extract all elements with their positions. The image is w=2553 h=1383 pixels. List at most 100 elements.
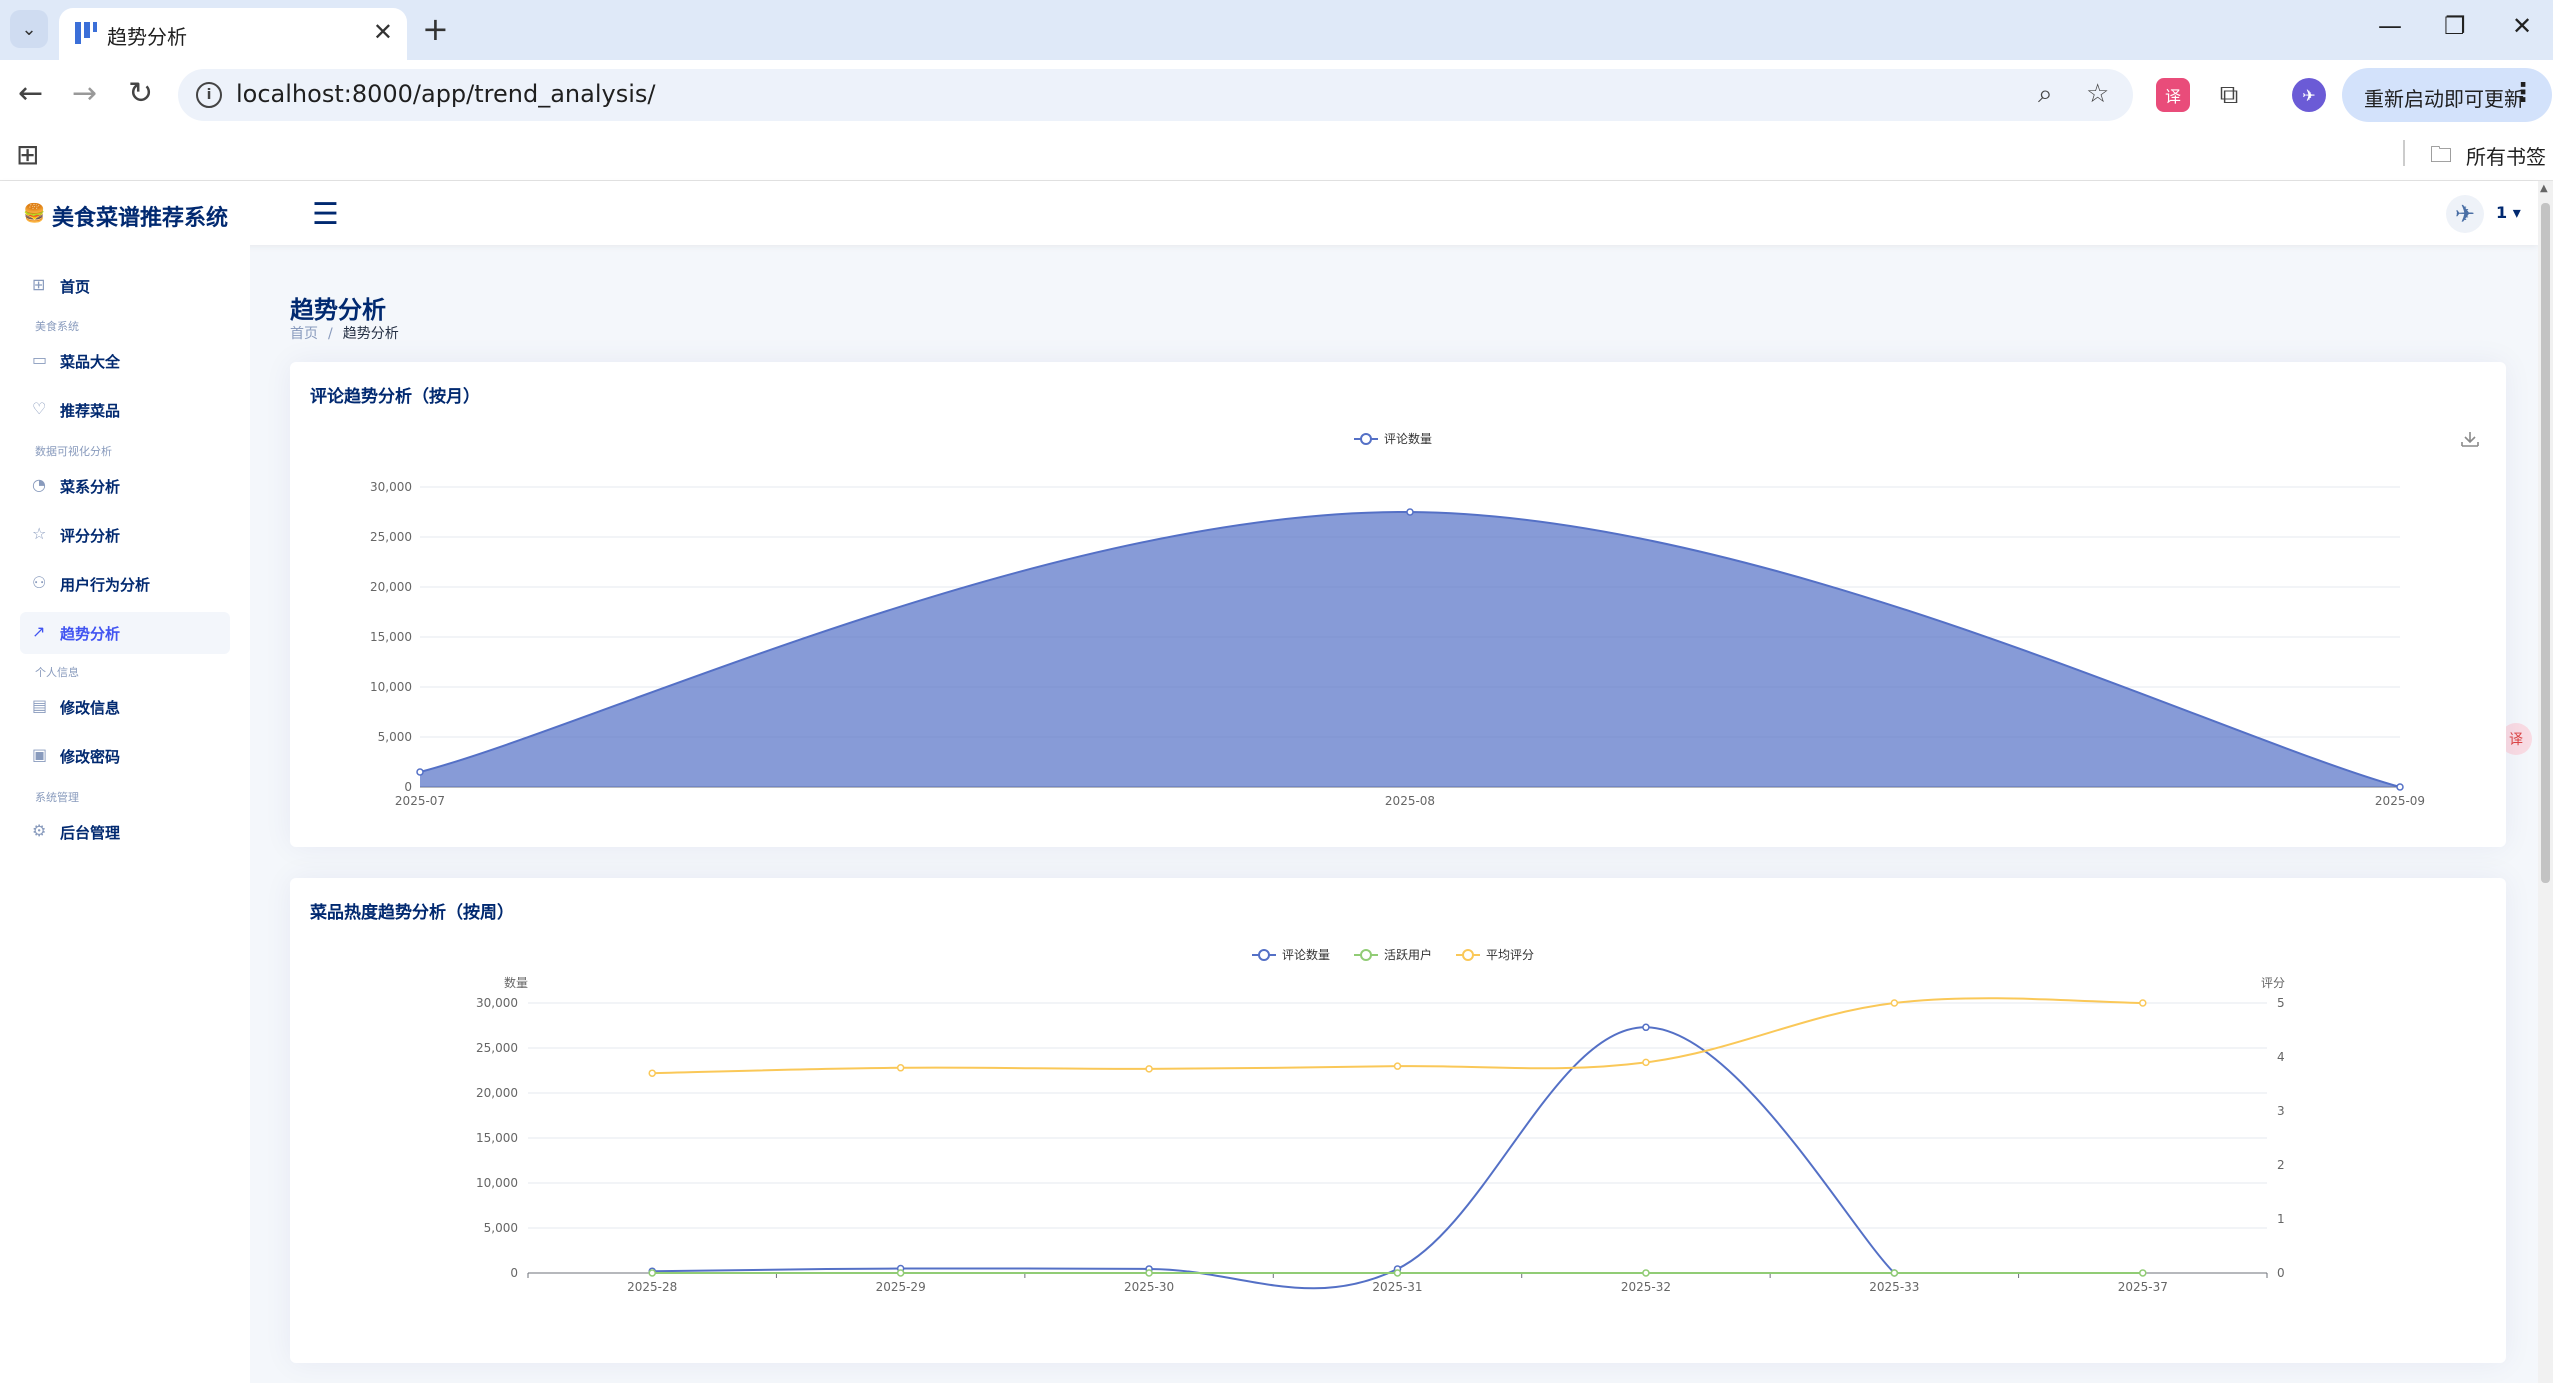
sidebar-item-home[interactable]: ⊞ 首页 — [20, 265, 230, 307]
y-left-tick-label: 10,000 — [476, 1176, 518, 1190]
tab-title: 趋势分析 — [107, 25, 187, 49]
app-header: 🍔 美食菜谱推荐系统 ☰ ✈ 1 ▾ — [0, 181, 2538, 245]
user-dropdown[interactable]: 1 ▾ — [2496, 203, 2521, 222]
tab-search-icon[interactable]: ⌄ — [10, 10, 48, 48]
breadcrumb-current: 趋势分析 — [342, 326, 399, 342]
sidebar-heading: 美食系统 — [35, 320, 79, 333]
sidebar-item-rating[interactable]: ☆ 评分分析 — [20, 514, 230, 556]
box-icon: ▭ — [32, 350, 48, 369]
page-scrollbar[interactable]: ▲ — [2538, 181, 2553, 1383]
sidebar-item-label: 用户行为分析 — [60, 576, 151, 594]
area-fill — [420, 511, 2400, 787]
legend-marker — [1258, 949, 1270, 961]
user-avatar[interactable]: ✈ — [2446, 195, 2484, 233]
y-tick-label: 15,000 — [370, 630, 412, 644]
data-point — [648, 1069, 656, 1077]
new-tab-icon[interactable]: + — [422, 10, 449, 48]
legend-marker — [1462, 949, 1474, 961]
data-point — [648, 1269, 656, 1277]
sidebar-item-cuisine[interactable]: ◔ 菜系分析 — [20, 465, 230, 507]
y-right-tick-label: 0 — [2277, 1266, 2285, 1280]
sidebar-item-dishes[interactable]: ▭ 菜品大全 — [20, 340, 230, 382]
tab-close-icon[interactable]: ✕ — [373, 18, 393, 46]
minimize-icon[interactable]: — — [2378, 12, 2402, 40]
x-tick-label: 2025-31 — [1372, 1280, 1422, 1294]
y-left-tick-label: 15,000 — [476, 1131, 518, 1145]
y-right-tick-label: 5 — [2277, 996, 2285, 1010]
legend-label: 活跃用户 — [1384, 947, 1432, 962]
breadcrumb-separator: / — [328, 326, 333, 342]
translate-extension-icon[interactable]: 译 — [2156, 78, 2190, 112]
y-tick-label: 20,000 — [370, 580, 412, 594]
sidebar-item-trend[interactable]: ↗ 趋势分析 — [20, 612, 230, 654]
all-bookmarks-link[interactable]: 所有书签 — [2466, 141, 2546, 170]
sidebar-item-label: 评分分析 — [60, 527, 121, 545]
y-tick-label: 25,000 — [370, 530, 412, 544]
restore-icon[interactable]: ❐ — [2444, 12, 2466, 40]
weekly-hotness-chart: 0 5,000 10,000 15,000 20,000 25,000 30,000 0 1 2 3… — [476, 947, 2285, 1294]
people-icon: ⚇ — [32, 573, 47, 592]
heart-icon: ♡ — [32, 399, 47, 418]
sidebar-item-label: 菜系分析 — [60, 478, 121, 496]
sidebar-item-admin[interactable]: ⚙ 后台管理 — [20, 811, 230, 853]
folder-icon[interactable]: 🗀 — [2430, 138, 2452, 176]
bookmark-star-icon[interactable]: ☆ — [2086, 79, 2109, 109]
sidebar-item-behavior[interactable]: ⚇ 用户行为分析 — [20, 563, 230, 605]
reload-icon[interactable]: ↻ — [128, 74, 153, 114]
sidebar-item-label: 推荐菜品 — [60, 402, 121, 420]
sidebar-item-profile[interactable]: ▤ 修改信息 — [20, 686, 230, 728]
brand-name[interactable]: 美食菜谱推荐系统 — [52, 200, 228, 232]
legend-marker — [1360, 949, 1372, 961]
sidebar-item-password[interactable]: ▣ 修改密码 — [20, 735, 230, 777]
y-right-tick-label: 2 — [2277, 1158, 2285, 1172]
card-icon: ▤ — [32, 696, 48, 715]
data-point — [1145, 1269, 1153, 1277]
data-point — [1145, 1065, 1153, 1073]
y-left-tick-label: 25,000 — [476, 1041, 518, 1055]
monthly-comment-chart: 0 5,000 10,000 15,000 20,000 25,000 30,000 2025… — [370, 431, 2479, 808]
grid-icon: ⊞ — [32, 275, 46, 294]
more-menu-icon: ⋮ — [2510, 78, 2536, 108]
sidebar-heading: 系统管理 — [35, 791, 79, 804]
x-tick-label: 2025-08 — [1385, 794, 1435, 808]
apps-grid-icon[interactable]: ⊞ — [16, 138, 39, 171]
file-lock-icon: ▣ — [32, 745, 48, 764]
data-point — [1890, 999, 1899, 1007]
user-name: 1 — [2496, 203, 2508, 222]
series-line — [652, 997, 2143, 1075]
data-point — [1393, 1269, 1402, 1277]
back-icon[interactable]: ← — [18, 74, 43, 114]
y-left-tick-label: 30,000 — [476, 996, 518, 1010]
star-icon: ☆ — [32, 524, 47, 543]
profile-avatar-icon[interactable]: ✈ — [2292, 78, 2326, 112]
update-button[interactable]: 重新启动即可更新 ⋮ — [2342, 68, 2552, 122]
sidebar-item-recommend[interactable]: ♡ 推荐菜品 — [20, 389, 230, 431]
extensions-puzzle-icon[interactable]: ⧉ — [2212, 78, 2246, 112]
data-point — [416, 768, 424, 776]
site-info-icon[interactable]: i — [196, 82, 222, 108]
breadcrumb-home-link[interactable]: 首页 — [290, 326, 318, 342]
browser-tab[interactable]: 趋势分析 ✕ — [59, 8, 407, 60]
data-point — [1642, 1269, 1650, 1277]
sidebar-item-label: 趋势分析 — [60, 625, 121, 643]
y-right-tick-label: 4 — [2277, 1050, 2285, 1064]
download-icon[interactable] — [2461, 432, 2479, 447]
data-point — [1642, 1023, 1650, 1032]
scroll-thumb[interactable] — [2541, 203, 2550, 883]
close-window-icon[interactable]: ✕ — [2512, 12, 2532, 40]
x-tick-label: 2025-09 — [2375, 794, 2425, 808]
graph-up-icon: ↗ — [32, 622, 46, 641]
scroll-up-icon[interactable]: ▲ — [2540, 183, 2548, 194]
sidebar-item-label: 修改信息 — [60, 699, 121, 717]
data-point — [2139, 999, 2147, 1007]
y-right-tick-label: 3 — [2277, 1104, 2285, 1118]
toggle-sidebar-icon[interactable]: ☰ — [312, 197, 339, 232]
legend-label: 评论数量 — [1384, 431, 1432, 446]
sidebar-item-label: 菜品大全 — [60, 353, 121, 371]
url-text[interactable]: localhost:8000/app/trend_analysis/ — [236, 80, 655, 108]
sidebar: ⊞ 首页 美食系统 ▭ 菜品大全 ♡ 推荐菜品 数据可视化分析 ◔ 菜系分析 ☆… — [0, 245, 250, 1383]
address-bar[interactable]: i localhost:8000/app/trend_analysis/ ⌕ ☆ — [178, 69, 2133, 121]
data-point — [1406, 508, 1414, 516]
zoom-icon[interactable]: ⌕ — [2038, 79, 2053, 110]
forward-icon[interactable]: → — [72, 74, 97, 114]
